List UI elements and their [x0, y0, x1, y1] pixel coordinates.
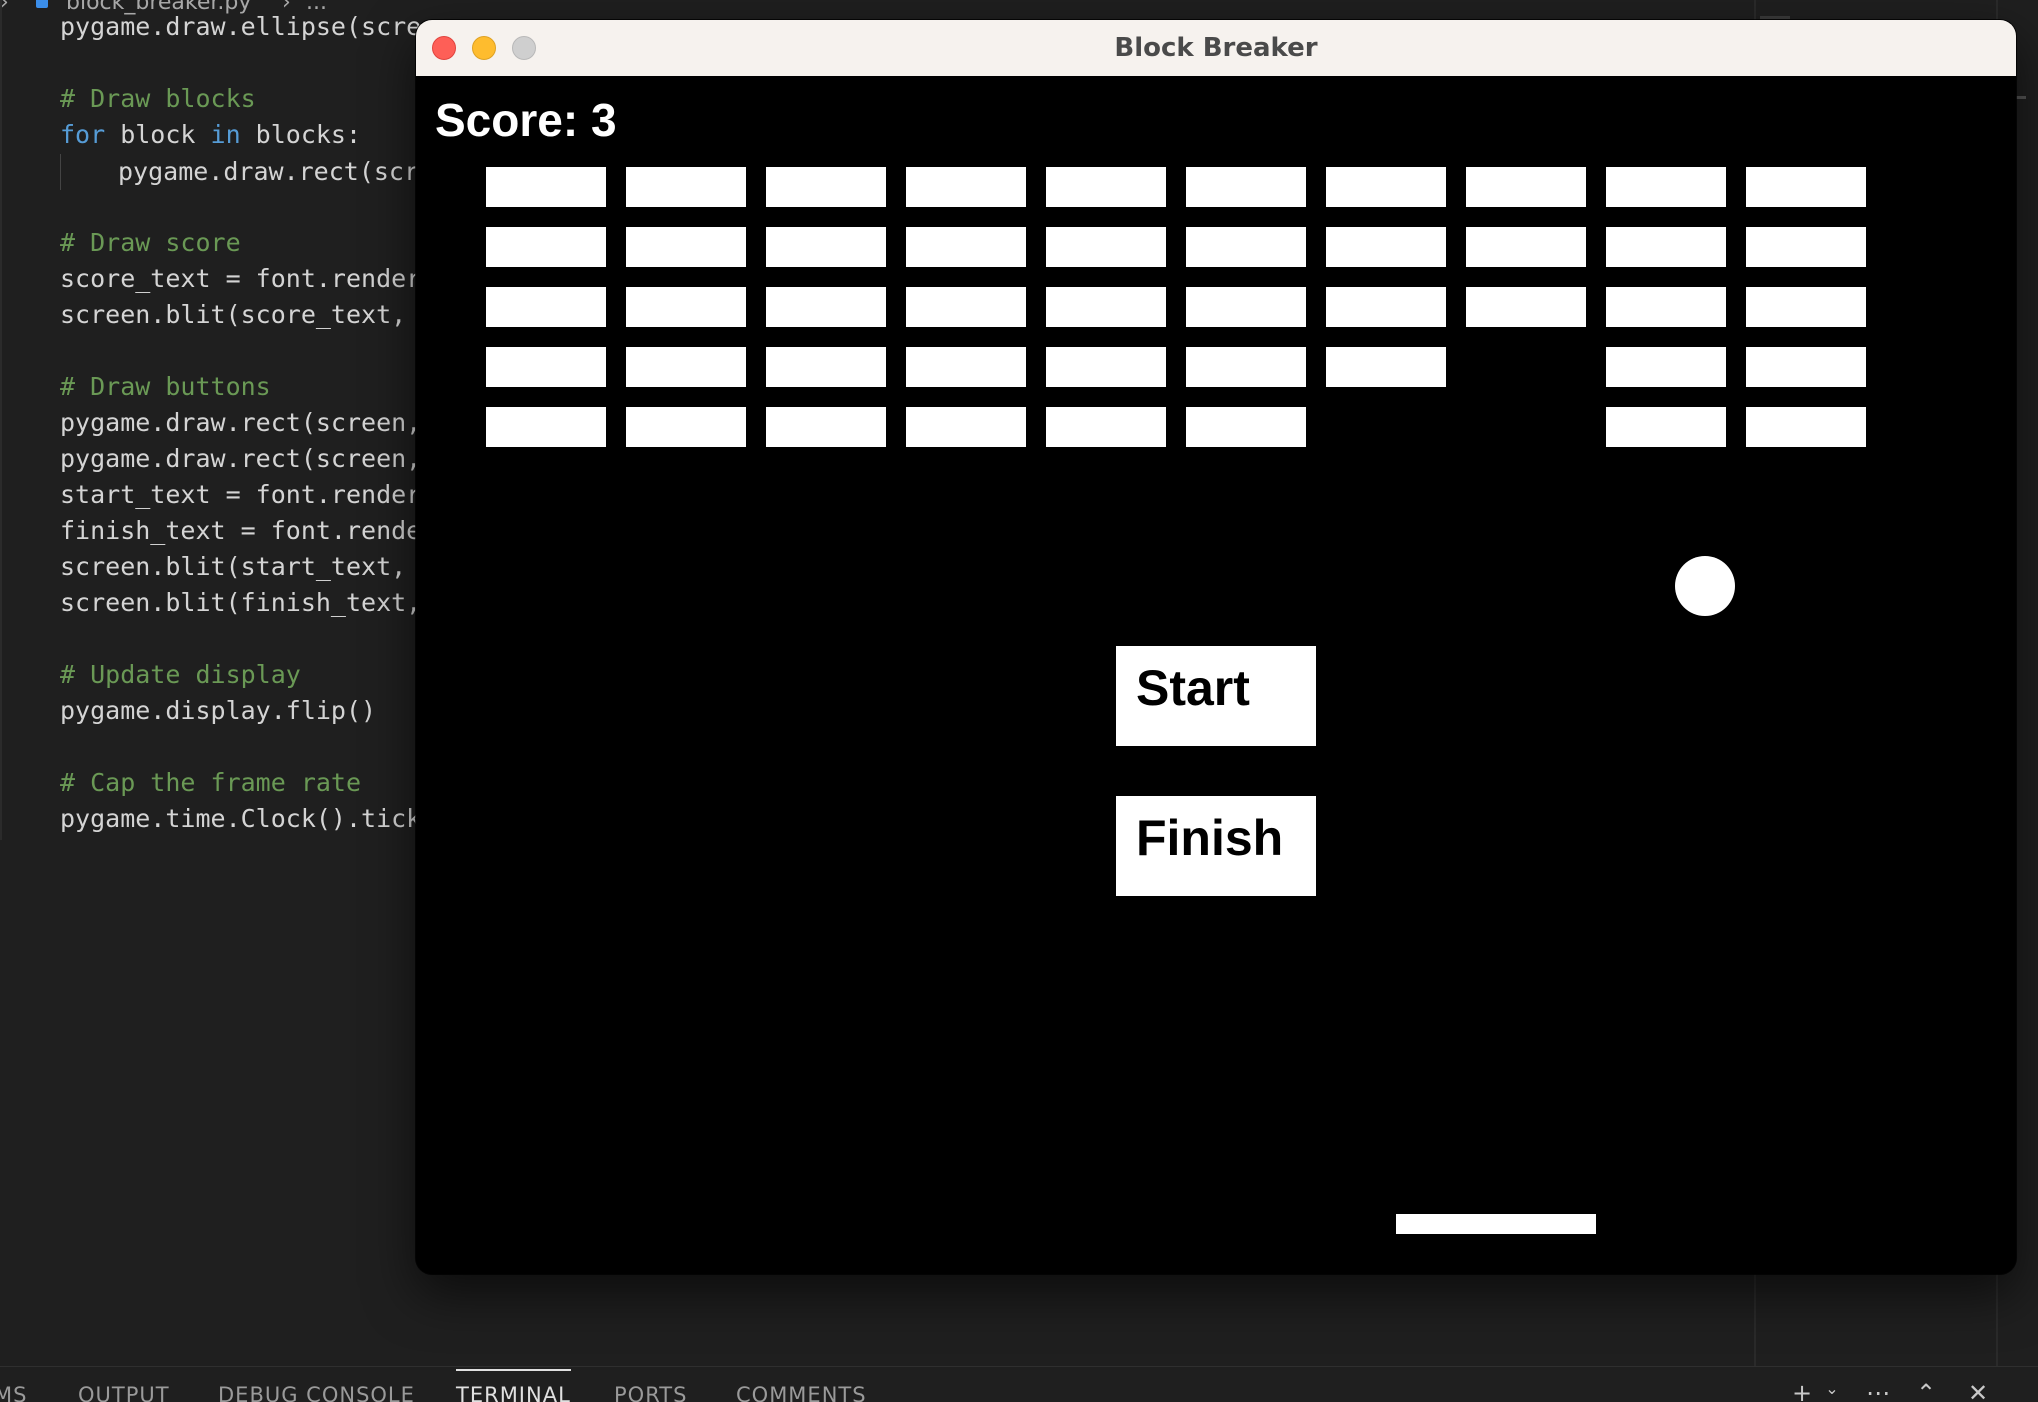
code-line: # Draw blocks — [60, 84, 256, 113]
block — [1746, 167, 1866, 207]
block — [906, 167, 1026, 207]
block — [906, 227, 1026, 267]
tab-problems[interactable]: MS — [0, 1383, 27, 1402]
block — [766, 227, 886, 267]
block — [1746, 407, 1866, 447]
tab-terminal[interactable]: TERMINAL — [456, 1369, 571, 1402]
code-line: pygame.draw.ellipse(scree — [60, 12, 437, 41]
code-line: score_text = font.render( — [60, 264, 437, 293]
block — [626, 407, 746, 447]
block — [1606, 287, 1726, 327]
block — [1466, 287, 1586, 327]
block — [1046, 347, 1166, 387]
code-keyword: for — [60, 120, 106, 149]
block — [766, 287, 886, 327]
start-button[interactable]: Start — [1116, 646, 1316, 746]
code-keyword: in — [210, 120, 241, 149]
code-line: pygame.draw.rect(scre — [118, 157, 435, 186]
chevron-down-icon[interactable]: ⌄ — [1820, 1379, 1844, 1402]
code-line: start_text = font.render( — [60, 480, 437, 509]
block — [486, 347, 606, 387]
tab-ports[interactable]: PORTS — [614, 1383, 687, 1402]
block — [1046, 407, 1166, 447]
block — [626, 227, 746, 267]
block — [626, 287, 746, 327]
score-label: Score: 3 — [435, 94, 617, 146]
block — [1466, 167, 1586, 207]
block — [486, 227, 606, 267]
code-line: pygame.draw.rect(screen, — [60, 444, 422, 473]
code-line: screen.blit(finish_text, — [60, 588, 422, 617]
block — [486, 287, 606, 327]
block — [1186, 347, 1306, 387]
block — [1746, 347, 1866, 387]
block — [1606, 227, 1726, 267]
block — [1326, 287, 1446, 327]
block — [486, 407, 606, 447]
block — [1186, 227, 1306, 267]
code-line: # Draw score — [60, 228, 241, 257]
block — [1046, 167, 1166, 207]
block — [1326, 167, 1446, 207]
block — [1046, 287, 1166, 327]
block — [906, 347, 1026, 387]
block — [1326, 227, 1446, 267]
code-line: pygame.display.flip() — [60, 696, 377, 725]
block — [906, 407, 1026, 447]
code-line: screen.blit(start_text, ( — [60, 552, 437, 581]
block — [1186, 287, 1306, 327]
code-line: # Update display — [60, 660, 301, 689]
game-window: Block Breaker Score: 3 Start Finish — [416, 20, 2016, 1274]
code-line: pygame.draw.rect(screen, — [60, 408, 422, 437]
code-line: for block in blocks: — [60, 120, 362, 149]
code-line: finish_text = font.render — [60, 516, 437, 545]
tab-output[interactable]: OUTPUT — [78, 1383, 170, 1402]
block — [1606, 347, 1726, 387]
code-line: pygame.time.Clock().tick( — [60, 804, 437, 833]
game-canvas[interactable]: Score: 3 Start Finish — [416, 76, 2016, 1274]
block — [766, 167, 886, 207]
block — [1186, 167, 1306, 207]
python-file-icon — [36, 0, 48, 8]
block — [1046, 227, 1166, 267]
scroll-marker — [2016, 96, 2026, 99]
window-titlebar[interactable]: Block Breaker — [416, 20, 2016, 77]
close-icon[interactable]: ✕ — [1966, 1379, 1990, 1402]
block — [1326, 347, 1446, 387]
block — [1746, 227, 1866, 267]
block — [766, 347, 886, 387]
code-line: # Draw buttons — [60, 372, 271, 401]
block — [1746, 287, 1866, 327]
block — [906, 287, 1026, 327]
bottom-panel: MS OUTPUT DEBUG CONSOLE TERMINAL PORTS C… — [0, 1366, 2038, 1402]
finish-button[interactable]: Finish — [1116, 796, 1316, 896]
ellipsis-icon[interactable]: ⋯ — [1866, 1379, 1890, 1402]
block — [626, 347, 746, 387]
block — [1466, 227, 1586, 267]
block — [1606, 167, 1726, 207]
code-line: screen.blit(score_text, ( — [60, 300, 437, 329]
block — [1186, 407, 1306, 447]
tab-debug-console[interactable]: DEBUG CONSOLE — [218, 1383, 415, 1402]
block — [486, 167, 606, 207]
indent-guide — [60, 154, 61, 190]
paddle[interactable] — [1396, 1214, 1596, 1234]
code-line: # Cap the frame rate — [60, 768, 362, 797]
ball — [1675, 556, 1735, 616]
minimap-line — [1760, 16, 1790, 19]
plus-icon[interactable]: + — [1790, 1379, 1814, 1402]
breadcrumb-chevron-icon: › — [0, 0, 9, 15]
tab-comments[interactable]: COMMENTS — [736, 1383, 867, 1402]
editor-gutter-line — [0, 0, 2, 840]
chevron-up-icon[interactable]: ⌃ — [1914, 1379, 1938, 1402]
block — [766, 407, 886, 447]
window-title: Block Breaker — [1114, 33, 1318, 63]
block — [1606, 407, 1726, 447]
block — [626, 167, 746, 207]
